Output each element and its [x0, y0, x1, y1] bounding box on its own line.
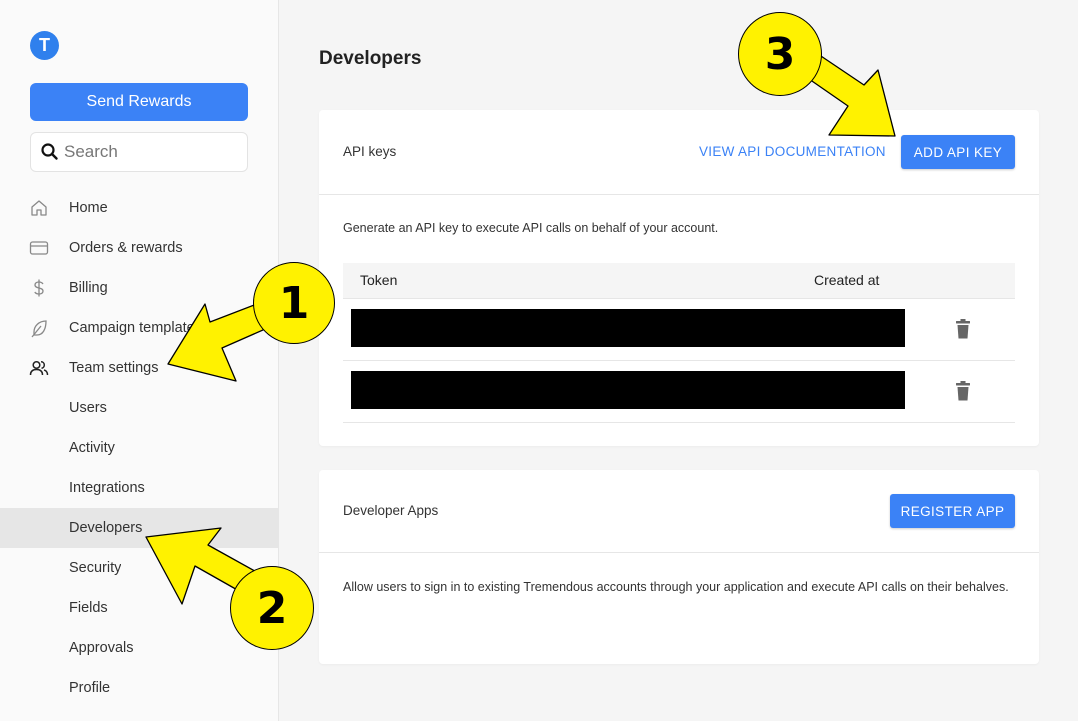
sidebar-item-activity[interactable]: Activity	[0, 428, 279, 468]
register-app-button[interactable]: REGISTER APP	[890, 494, 1015, 528]
table-row	[343, 299, 1015, 361]
developer-apps-description: Allow users to sign in to existing Treme…	[343, 580, 1009, 594]
sidebar-item-billing[interactable]: Billing	[0, 268, 279, 308]
api-keys-card: API keys VIEW API DOCUMENTATION ADD API …	[319, 110, 1039, 446]
sidebar-item-label: Approvals	[69, 640, 134, 656]
api-keys-title: API keys	[343, 144, 397, 159]
sidebar-item-label: Developers	[69, 520, 143, 536]
search-icon	[41, 143, 58, 160]
developer-apps-card: Developer Apps REGISTER APP Allow users …	[319, 470, 1039, 664]
developer-apps-header: Developer Apps REGISTER APP	[319, 470, 1039, 553]
column-header-token: Token	[360, 272, 398, 288]
dollar-icon	[34, 279, 44, 297]
search-placeholder: Search	[64, 142, 118, 161]
sidebar-item-label: Security	[69, 560, 122, 576]
card-icon	[29, 241, 49, 255]
sidebar-item-label: Integrations	[69, 480, 145, 496]
api-keys-header: API keys VIEW API DOCUMENTATION ADD API …	[319, 110, 1039, 195]
trash-icon[interactable]	[955, 381, 971, 401]
send-rewards-button[interactable]: Send Rewards	[30, 83, 248, 121]
view-api-documentation-link[interactable]: VIEW API DOCUMENTATION	[699, 144, 886, 159]
sidebar-item-security[interactable]: Security	[0, 548, 279, 588]
sidebar-item-approvals[interactable]: Approvals	[0, 628, 279, 668]
sidebar-item-label: Fields	[69, 600, 108, 616]
sidebar-item-orders[interactable]: Orders & rewards	[0, 228, 279, 268]
api-keys-description: Generate an API key to execute API calls…	[343, 221, 719, 235]
redacted-token	[351, 371, 905, 409]
sidebar-item-label: Users	[69, 400, 107, 416]
sidebar-item-team-settings[interactable]: Team settings	[0, 348, 279, 388]
add-api-key-button[interactable]: ADD API KEY	[901, 135, 1015, 169]
sidebar-item-integrations[interactable]: Integrations	[0, 468, 279, 508]
sidebar-item-label: Team settings	[69, 360, 159, 376]
page-title: Developers	[319, 48, 422, 69]
sidebar-item-label: Home	[69, 200, 108, 216]
sidebar-item-profile[interactable]: Profile	[0, 668, 279, 708]
sidebar-item-home[interactable]: Home	[0, 188, 279, 228]
search-input[interactable]: Search	[30, 132, 248, 172]
annotation-badge-1: 1	[253, 262, 335, 344]
annotation-badge-2: 2	[230, 566, 314, 650]
trash-icon[interactable]	[955, 319, 971, 339]
sidebar-item-label: Activity	[69, 440, 115, 456]
app-logo[interactable]: T	[30, 31, 59, 60]
annotation-badge-3: 3	[738, 12, 822, 96]
sidebar-item-label: Profile	[69, 680, 111, 696]
home-icon	[31, 200, 47, 216]
redacted-token	[351, 309, 905, 347]
sidebar-item-campaign-templates[interactable]: Campaign templates	[0, 308, 279, 348]
users-icon	[29, 360, 49, 376]
sidebar-item-users[interactable]: Users	[0, 388, 279, 428]
sidebar-item-label: Orders & rewards	[69, 240, 183, 256]
api-keys-table-header: Token Created at	[343, 263, 1015, 299]
feather-icon	[31, 320, 47, 338]
developer-apps-title: Developer Apps	[343, 503, 439, 518]
sidebar-item-developers[interactable]: Developers	[0, 508, 279, 548]
table-row	[343, 361, 1015, 423]
sidebar-item-label: Billing	[69, 280, 108, 296]
column-header-created-at: Created at	[814, 272, 880, 288]
sidebar-item-label: Campaign templates	[69, 320, 202, 336]
